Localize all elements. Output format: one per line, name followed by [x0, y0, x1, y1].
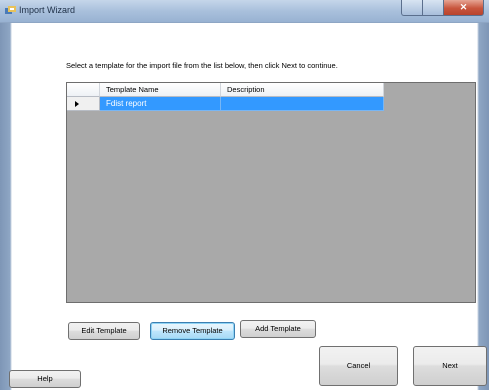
edit-template-button[interactable]: Edit Template: [68, 322, 140, 340]
help-button[interactable]: Help: [9, 370, 81, 388]
row-header-column[interactable]: [67, 83, 100, 97]
cancel-button[interactable]: Cancel: [319, 346, 398, 386]
row-header-cell[interactable]: [67, 97, 100, 111]
import-wizard-window: Import Wizard ✕ Select a template for th…: [0, 0, 489, 390]
close-button[interactable]: ✕: [444, 0, 484, 16]
description-cell[interactable]: [221, 97, 384, 111]
add-template-button[interactable]: Add Template: [240, 320, 316, 338]
template-grid[interactable]: Template Name Description Fdist report: [66, 82, 476, 303]
column-header-template-name[interactable]: Template Name: [100, 83, 221, 97]
maximize-button[interactable]: [423, 0, 444, 16]
remove-template-button[interactable]: Remove Template: [150, 322, 235, 340]
window-title: Import Wizard: [19, 5, 76, 15]
window-controls: ✕: [401, 0, 484, 16]
current-row-arrow-icon: [75, 101, 79, 107]
next-button[interactable]: Next: [413, 346, 487, 386]
title-bar[interactable]: Import Wizard ✕: [0, 0, 489, 23]
column-header-description[interactable]: Description: [221, 83, 384, 97]
instruction-text: Select a template for the import file fr…: [66, 61, 338, 70]
close-icon: ✕: [459, 2, 468, 12]
minimize-button[interactable]: [401, 0, 423, 16]
template-name-cell[interactable]: Fdist report: [100, 97, 221, 111]
wizard-app-icon: [5, 6, 16, 14]
